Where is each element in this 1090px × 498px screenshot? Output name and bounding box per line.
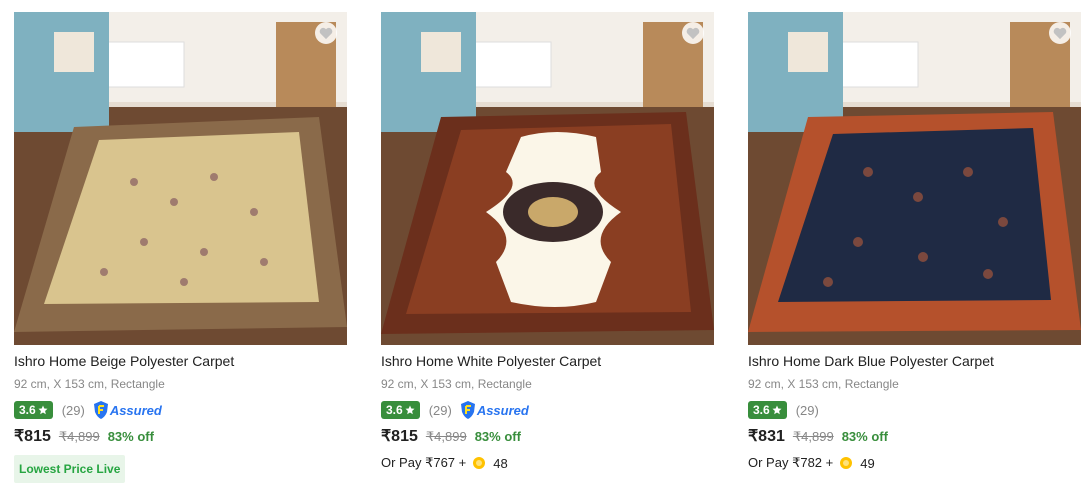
price-row: ₹831 ₹4,899 83% off	[748, 426, 1081, 446]
product-image[interactable]	[748, 12, 1081, 345]
product-title[interactable]: Ishro Home White Polyester Carpet	[381, 352, 714, 370]
discount: 83% off	[474, 429, 521, 444]
product-card[interactable]: Ishro Home Dark Blue Polyester Carpet 92…	[748, 12, 1081, 471]
supercoin-icon	[473, 457, 486, 469]
selling-price: ₹815	[381, 428, 418, 445]
coin-count: 48	[493, 455, 508, 471]
or-pay-text: Or Pay ₹767 +	[381, 455, 467, 470]
mrp-price: ₹4,899	[792, 429, 834, 444]
rating-value: 3.6	[19, 403, 36, 417]
product-photo	[381, 12, 714, 345]
or-pay-row: Or Pay ₹767 + 48	[381, 455, 714, 471]
rating-badge: 3.6	[748, 401, 787, 419]
product-image[interactable]	[14, 12, 347, 345]
assured-label: Assured	[476, 402, 529, 418]
product-grid: Ishro Home Beige Polyester Carpet 92 cm,…	[0, 0, 1090, 498]
assured-label: Assured	[109, 402, 162, 418]
or-pay-row: Or Pay ₹782 + 49	[748, 455, 1081, 471]
product-card[interactable]: Ishro Home White Polyester Carpet 92 cm,…	[381, 12, 714, 471]
assured-badge: Assured	[93, 400, 162, 420]
product-photo	[748, 12, 1081, 345]
coin-count: 49	[860, 455, 875, 471]
lowest-price-live-tag: Lowest Price Live	[14, 455, 126, 483]
product-title[interactable]: Ishro Home Dark Blue Polyester Carpet	[748, 352, 1081, 370]
heart-icon[interactable]	[1049, 22, 1071, 44]
review-count: (29)	[795, 402, 819, 418]
rating-row: 3.6 (29) Assured	[381, 400, 714, 420]
product-spec: 92 cm, X 153 cm, Rectangle	[381, 377, 532, 391]
mrp-price: ₹4,899	[425, 429, 467, 444]
mrp-price: ₹4,899	[58, 429, 100, 444]
review-count: (29)	[61, 402, 85, 418]
discount: 83% off	[107, 429, 154, 444]
discount: 83% off	[841, 429, 888, 444]
rating-row: 3.6 (29)	[748, 400, 1081, 420]
assured-badge: Assured	[460, 400, 529, 420]
selling-price: ₹815	[14, 428, 51, 445]
rating-badge: 3.6	[381, 401, 420, 419]
product-image[interactable]	[381, 12, 714, 345]
rating-row: 3.6 (29) Assured	[14, 400, 347, 420]
review-count: (29)	[428, 402, 452, 418]
or-pay-text: Or Pay ₹782 +	[748, 455, 834, 470]
rating-value: 3.6	[386, 403, 403, 417]
rating-badge: 3.6	[14, 401, 53, 419]
price-row: ₹815 ₹4,899 83% off	[381, 426, 714, 446]
star-icon	[405, 405, 415, 415]
assured-shield-icon	[93, 401, 108, 419]
product-title[interactable]: Ishro Home Beige Polyester Carpet	[14, 352, 347, 370]
rating-value: 3.6	[753, 403, 770, 417]
product-spec: 92 cm, X 153 cm, Rectangle	[14, 377, 165, 391]
heart-icon[interactable]	[315, 22, 337, 44]
star-icon	[38, 405, 48, 415]
price-row: ₹815 ₹4,899 83% off	[14, 426, 347, 446]
product-card[interactable]: Ishro Home Beige Polyester Carpet 92 cm,…	[14, 12, 347, 483]
assured-shield-icon	[460, 401, 475, 419]
supercoin-icon	[840, 457, 853, 469]
heart-icon[interactable]	[682, 22, 704, 44]
product-spec: 92 cm, X 153 cm, Rectangle	[748, 377, 899, 391]
selling-price: ₹831	[748, 428, 785, 445]
star-icon	[772, 405, 782, 415]
product-photo	[14, 12, 347, 345]
